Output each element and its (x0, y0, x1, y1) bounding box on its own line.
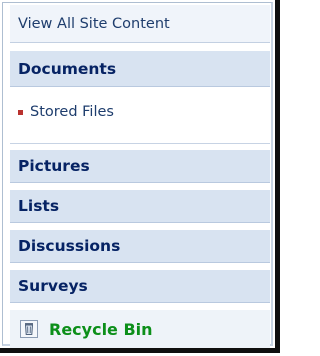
recycle-bin-link[interactable]: Recycle Bin (10, 310, 270, 348)
quick-launch-panel: View All Site Content Documents Stored F… (0, 0, 280, 353)
recycle-bin-label: Recycle Bin (49, 319, 153, 339)
quick-launch-inner: View All Site Content Documents Stored F… (2, 2, 273, 348)
nav-heading-lists[interactable]: Lists (10, 189, 270, 223)
nav-heading-surveys[interactable]: Surveys (10, 269, 270, 303)
nav-heading-documents-label: Documents (18, 59, 117, 78)
square-bullet-icon (18, 109, 23, 115)
section-divider (10, 143, 270, 144)
nav-heading-lists-label: Lists (18, 197, 60, 215)
recycle-bin-icon (18, 318, 40, 340)
nav-heading-pictures[interactable]: Pictures (10, 149, 270, 183)
nav-heading-documents[interactable]: Documents (10, 50, 270, 87)
nav-heading-discussions-label: Discussions (18, 237, 121, 255)
nav-heading-pictures-label: Pictures (18, 157, 90, 175)
nav-heading-discussions[interactable]: Discussions (10, 229, 270, 263)
nav-heading-surveys-label: Surveys (18, 277, 88, 295)
view-all-site-content-link[interactable]: View All Site Content (10, 5, 270, 43)
view-all-site-content-label: View All Site Content (18, 15, 170, 32)
nav-item-stored-files[interactable]: Stored Files (10, 91, 270, 133)
nav-item-stored-files-label: Stored Files (30, 104, 114, 120)
